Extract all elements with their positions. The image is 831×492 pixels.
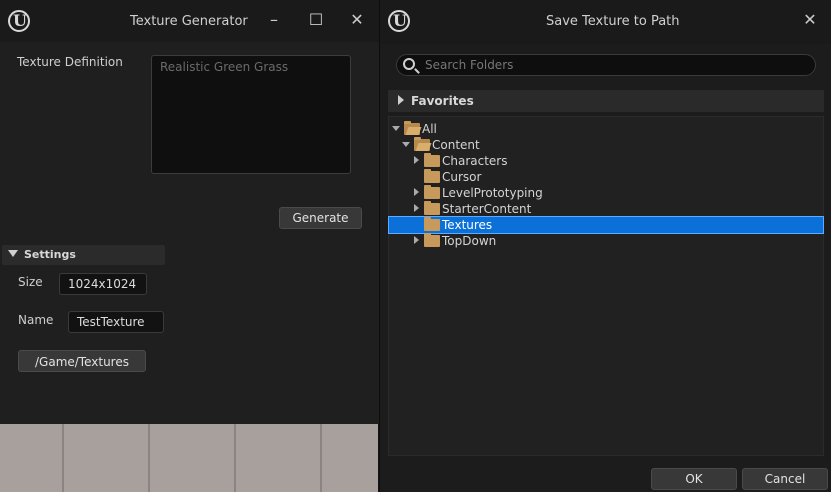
- chevron-right-icon: [414, 204, 419, 212]
- tree-item-label: Cursor: [442, 170, 482, 184]
- tree-item-label: Content: [432, 138, 480, 152]
- close-icon[interactable]: ✕: [349, 12, 365, 28]
- ok-button[interactable]: OK: [651, 468, 737, 490]
- folder-icon: [424, 201, 440, 215]
- settings-label: Settings: [24, 248, 76, 261]
- texture-generator-window: Texture Generator – ☐ ✕ Texture Definiti…: [0, 0, 379, 424]
- generate-button[interactable]: Generate: [279, 207, 362, 229]
- tree-item-label: LevelPrototyping: [442, 186, 543, 200]
- floor-tile: [62, 424, 64, 492]
- chevron-down-icon: [8, 250, 18, 257]
- title-bar[interactable]: Texture Generator – ☐ ✕: [0, 0, 379, 42]
- search-icon: [403, 58, 415, 70]
- chevron-right-icon: [414, 156, 419, 164]
- floor-tile: [234, 424, 236, 492]
- tree-item-label: Characters: [442, 154, 508, 168]
- maximize-icon[interactable]: ☐: [308, 12, 324, 28]
- minimize-icon[interactable]: –: [266, 12, 282, 28]
- chevron-right-icon: [414, 188, 419, 196]
- favorites-label: Favorites: [411, 94, 474, 108]
- unreal-logo-icon: [8, 10, 30, 32]
- settings-section-header[interactable]: Settings: [2, 245, 165, 265]
- path-button[interactable]: /Game/Textures: [18, 350, 146, 372]
- tree-item-content[interactable]: Content: [389, 137, 823, 153]
- chevron-down-icon: [392, 126, 400, 131]
- folder-icon: [424, 153, 440, 167]
- texture-definition-input[interactable]: Realistic Green Grass: [151, 55, 351, 174]
- tree-item-label: All: [422, 122, 437, 136]
- dialog-title: Save Texture to Path: [546, 14, 680, 29]
- folder-open-icon: [404, 121, 420, 135]
- tree-item-topdown[interactable]: TopDown: [389, 233, 823, 249]
- folder-icon: [424, 233, 440, 247]
- folder-tree: All Content Characters Cursor LevelProto…: [388, 116, 824, 456]
- tree-item-label: StarterContent: [442, 202, 532, 216]
- chevron-right-icon: [414, 236, 419, 244]
- folder-open-icon: [414, 137, 430, 151]
- tree-item-cursor[interactable]: Cursor: [389, 169, 823, 185]
- tree-item-textures[interactable]: Textures: [388, 216, 824, 234]
- size-field[interactable]: 1024x1024: [59, 273, 147, 295]
- texture-definition-label: Texture Definition: [17, 55, 123, 69]
- folder-icon: [424, 185, 440, 199]
- chevron-right-icon: [398, 95, 404, 105]
- search-folders-input[interactable]: Search Folders: [396, 54, 816, 76]
- folder-icon: [424, 169, 440, 183]
- chevron-down-icon: [402, 142, 410, 147]
- unreal-logo-icon: [388, 10, 410, 32]
- level-viewport[interactable]: [0, 424, 378, 492]
- tree-item-label: TopDown: [442, 234, 497, 248]
- texture-definition-placeholder: Realistic Green Grass: [160, 60, 289, 74]
- title-bar[interactable]: Save Texture to Path ✕: [380, 0, 831, 44]
- floor-tile: [320, 424, 322, 492]
- close-icon[interactable]: ✕: [802, 12, 818, 28]
- folder-icon: [424, 217, 440, 231]
- size-label: Size: [18, 275, 43, 289]
- name-field[interactable]: TestTexture: [68, 311, 164, 333]
- floor-tile: [148, 424, 150, 492]
- favorites-section[interactable]: Favorites: [388, 90, 824, 112]
- cancel-button[interactable]: Cancel: [742, 468, 828, 490]
- tree-item-startercontent[interactable]: StarterContent: [389, 201, 823, 217]
- tree-item-levelprototyping[interactable]: LevelPrototyping: [389, 185, 823, 201]
- tree-item-all[interactable]: All: [389, 121, 823, 137]
- name-label: Name: [18, 313, 54, 327]
- tree-item-characters[interactable]: Characters: [389, 153, 823, 169]
- save-texture-dialog: Save Texture to Path ✕ Search Folders Fa…: [379, 0, 831, 492]
- window-title: Texture Generator: [130, 14, 248, 29]
- search-placeholder: Search Folders: [425, 58, 514, 72]
- tree-item-label: Textures: [442, 218, 493, 232]
